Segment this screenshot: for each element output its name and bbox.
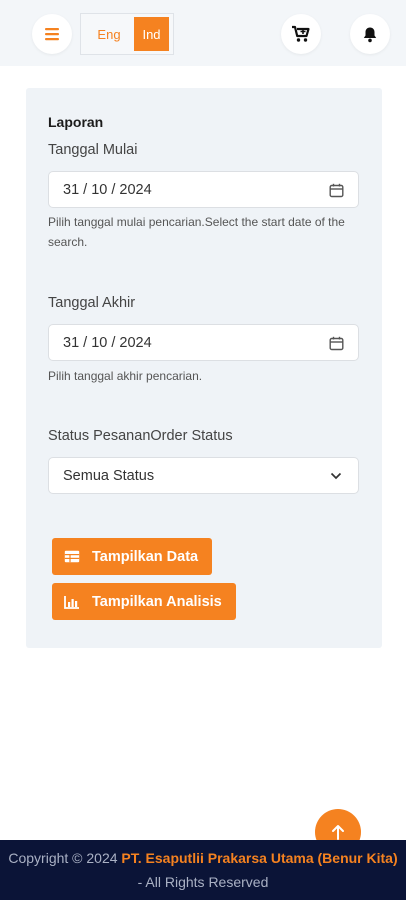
show-data-button[interactable]: Tampilkan Data [52,538,213,575]
footer-company-link[interactable]: PT. Esaputlii Prakarsa Utama (Benur Kita… [121,850,397,866]
footer-rights: - All Rights Reserved [137,874,269,890]
show-data-label: Tampilkan Data [92,548,199,565]
report-form-card: Laporan Tanggal Mulai 31 / 10 / 2024 Pil… [26,88,382,648]
footer-copyright: Copyright © 2024 [8,850,122,866]
language-switcher: Eng Ind [80,13,174,55]
menu-button[interactable] [32,14,72,54]
cart-button[interactable] [281,14,321,54]
hamburger-menu-icon [45,28,59,41]
end-date-label: Tanggal Akhir [48,295,136,311]
form-title: Laporan [48,114,104,130]
calendar-icon[interactable] [328,182,344,198]
start-date-input[interactable]: 31 / 10 / 2024 [48,171,359,208]
arrow-up-icon [332,825,344,840]
order-status-select[interactable]: Semua Status [48,457,359,494]
end-date-value: 31 / 10 / 2024 [63,334,152,351]
calendar-icon[interactable] [328,335,344,351]
footer: Copyright © 2024 PT. Esaputlii Prakarsa … [0,840,406,900]
bell-icon [363,27,377,42]
bar-chart-icon [64,594,80,610]
end-date-help: Pilih tanggal akhir pencarian. [48,369,203,383]
lang-eng-button[interactable]: Eng [84,17,134,51]
end-date-input[interactable]: 31 / 10 / 2024 [48,324,359,361]
start-date-value: 31 / 10 / 2024 [63,181,152,198]
start-date-label: Tanggal Mulai [48,142,138,158]
order-status-label: Status PesananOrder Status [48,428,233,444]
cart-icon [292,25,310,42]
lang-ind-button[interactable]: Ind [134,17,169,51]
top-navbar: Eng Ind [0,0,406,66]
show-analysis-button[interactable]: Tampilkan Analisis [52,583,236,620]
show-analysis-label: Tampilkan Analisis [92,593,222,610]
chevron-down-icon [328,468,344,484]
order-status-value: Semua Status [63,467,155,484]
notification-button[interactable] [350,14,390,54]
start-date-help: Pilih tanggal mulai pencarian.Select the… [48,215,345,249]
table-icon [64,549,80,565]
